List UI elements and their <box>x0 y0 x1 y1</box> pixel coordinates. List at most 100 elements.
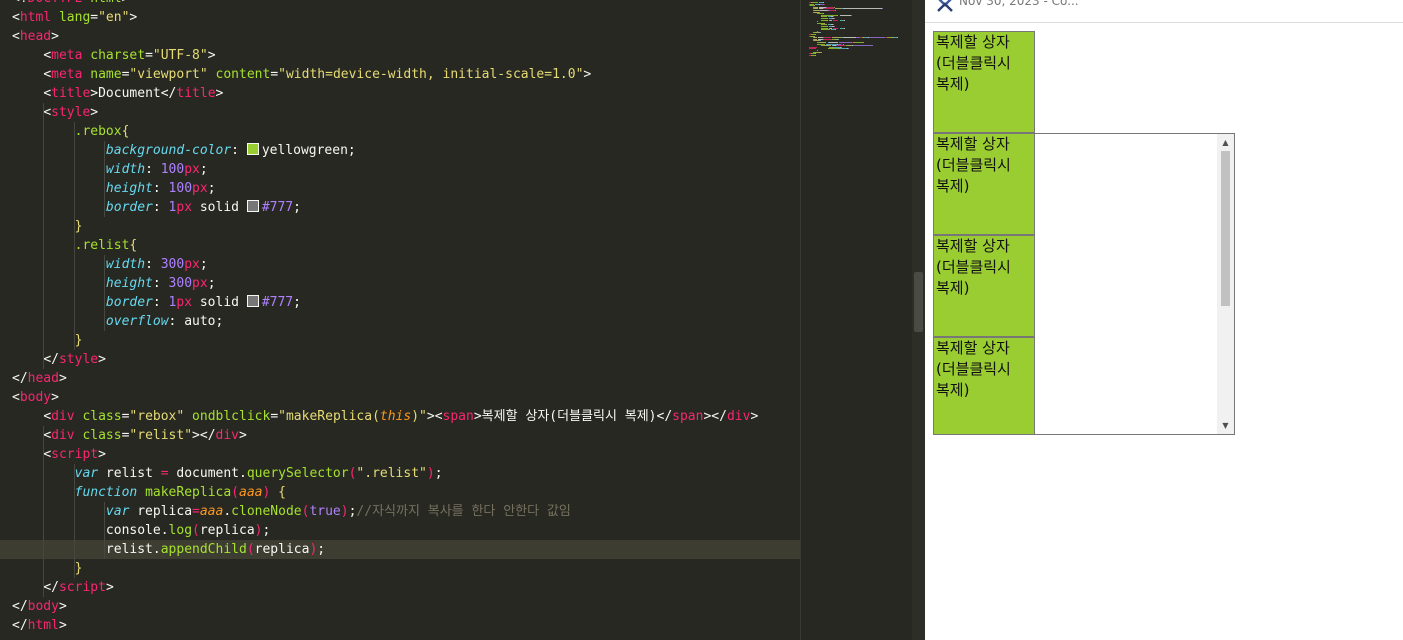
list-scrollbar[interactable]: ▲ ▼ <box>1217 134 1234 434</box>
editor-scrollbar[interactable] <box>912 0 925 640</box>
code-line[interactable]: console.log(replica); <box>0 521 800 540</box>
code-token: px <box>192 276 208 291</box>
code-token: } <box>74 561 83 576</box>
editor-scrollbar-thumb[interactable] <box>914 272 923 332</box>
code-token: 복제할 상자(더블클릭시 복제) <box>481 409 657 424</box>
code-line[interactable]: </head> <box>0 369 800 388</box>
code-token: } <box>74 333 83 348</box>
code-line[interactable]: </script> <box>0 578 800 597</box>
code-token: border <box>105 200 153 215</box>
minimap-line <box>843 37 856 39</box>
code-token: head <box>19 29 52 44</box>
code-token: replica <box>254 542 310 557</box>
replica-box[interactable]: 복제할 상자 (더블클릭시 복제) <box>934 235 1035 337</box>
code-token: > <box>58 618 67 633</box>
code-token: ; <box>207 276 216 291</box>
replica-box[interactable]: 복제할 상자 (더블클릭시 복제) <box>934 337 1035 434</box>
code-token: > <box>473 409 482 424</box>
code-token: html <box>27 618 59 633</box>
code-token: body <box>27 599 59 614</box>
code-line[interactable]: width: 300px; <box>0 255 800 274</box>
code-line[interactable]: } <box>0 331 800 350</box>
code-token: : <box>152 181 169 196</box>
code-line[interactable]: var relist = document.querySelector(".re… <box>0 464 800 483</box>
code-line[interactable]: <body> <box>0 388 800 407</box>
code-line[interactable]: border: 1px solid #777; <box>0 293 800 312</box>
code-line[interactable]: <meta name="viewport" content="width=dev… <box>0 65 800 84</box>
code-token: < <box>43 409 52 424</box>
box-label-line: 복제할 상자 <box>936 33 1010 51</box>
minimap-line <box>863 42 864 43</box>
code-line[interactable]: .rebox{ <box>0 122 800 141</box>
code-token: px <box>192 181 208 196</box>
code-line[interactable]: <div class="relist"></div> <box>0 426 800 445</box>
code-line[interactable]: </html> <box>0 616 800 635</box>
code-editor[interactable]: <!DOCTYPE html><html lang="en"><head> <m… <box>0 0 800 640</box>
code-token: cloneNode <box>231 504 302 519</box>
code-line[interactable]: <!DOCTYPE html> <box>0 0 800 8</box>
code-line[interactable]: <html lang="en"> <box>0 8 800 27</box>
minimap-line <box>821 51 822 53</box>
minimap-line <box>853 42 862 43</box>
browser-tab-title[interactable]: Nov 30, 2023 - Co... <box>959 0 1079 8</box>
code-line[interactable]: <meta charset="UTF-8"> <box>0 46 800 65</box>
code-token: replica <box>199 523 255 538</box>
code-line[interactable]: function makeReplica(aaa) { <box>0 483 800 502</box>
code-token: appendChild <box>160 542 247 557</box>
code-token: "UTF-8" <box>152 48 208 63</box>
code-token: ; <box>317 542 326 557</box>
code-token: <! <box>12 0 28 6</box>
code-token: body <box>19 390 52 405</box>
code-line[interactable]: border: 1px solid #777; <box>0 198 800 217</box>
code-line[interactable]: width: 100px; <box>0 160 800 179</box>
list-scrollbar-thumb[interactable] <box>1221 151 1230 306</box>
code-token: var <box>105 504 130 519</box>
minimap[interactable] <box>800 0 913 640</box>
code-token: //자식까지 복사를 한다 안한다 값임 <box>356 504 571 519</box>
code-token: </ <box>43 580 59 595</box>
code-token: > <box>51 29 59 44</box>
code-token: ; <box>293 295 301 310</box>
code-line[interactable]: <script> <box>0 445 800 464</box>
code-token: aaa <box>199 504 224 519</box>
scroll-down-arrow-icon[interactable]: ▼ <box>1217 417 1234 434</box>
code-line[interactable]: <div class="rebox" ondblclick="makeRepli… <box>0 407 800 426</box>
code-line[interactable]: height: 100px; <box>0 179 800 198</box>
code-token: solid <box>199 200 239 215</box>
code-line[interactable]: </style> <box>0 350 800 369</box>
code-token: 300 <box>160 257 185 272</box>
code-token: </ <box>160 86 177 101</box>
code-token: > <box>215 86 224 101</box>
code-token: : <box>152 295 169 310</box>
code-token: width <box>105 162 146 177</box>
scroll-up-arrow-icon[interactable]: ▲ <box>1217 134 1234 151</box>
code-line[interactable]: </body> <box>0 597 800 616</box>
original-box[interactable]: 복제할 상자 (더블클릭시 복제) <box>933 31 1035 133</box>
code-line[interactable]: <title>Document</title> <box>0 84 800 103</box>
code-line[interactable]: <style> <box>0 103 800 122</box>
code-line[interactable]: .relist{ <box>0 236 800 255</box>
code-token: > <box>98 352 106 367</box>
code-line[interactable]: relist.appendChild(replica); <box>0 540 800 559</box>
code-line[interactable]: background-color: yellowgreen; <box>0 141 800 160</box>
minimap-line <box>843 8 882 10</box>
code-line[interactable]: } <box>0 217 800 236</box>
code-line[interactable]: <head> <box>0 27 800 46</box>
code-line[interactable]: overflow: auto; <box>0 312 800 331</box>
code-token: . <box>223 504 232 519</box>
code-line[interactable]: var replica=aaa.cloneNode(true);//자식까지 복… <box>0 502 800 521</box>
code-line[interactable]: height: 300px; <box>0 274 800 293</box>
code-token: #777 <box>261 200 294 215</box>
code-token: )" <box>411 409 427 424</box>
minimap-line <box>824 3 825 5</box>
replica-list[interactable]: 복제할 상자 (더블클릭시 복제) 복제할 상자 (더블클릭시 복제) 복제할 상자 (더블클… <box>933 133 1235 435</box>
code-line[interactable]: } <box>0 559 800 578</box>
replica-box[interactable]: 복제할 상자 (더블클릭시 복제) <box>934 134 1035 235</box>
code-token: "en" <box>98 10 130 25</box>
